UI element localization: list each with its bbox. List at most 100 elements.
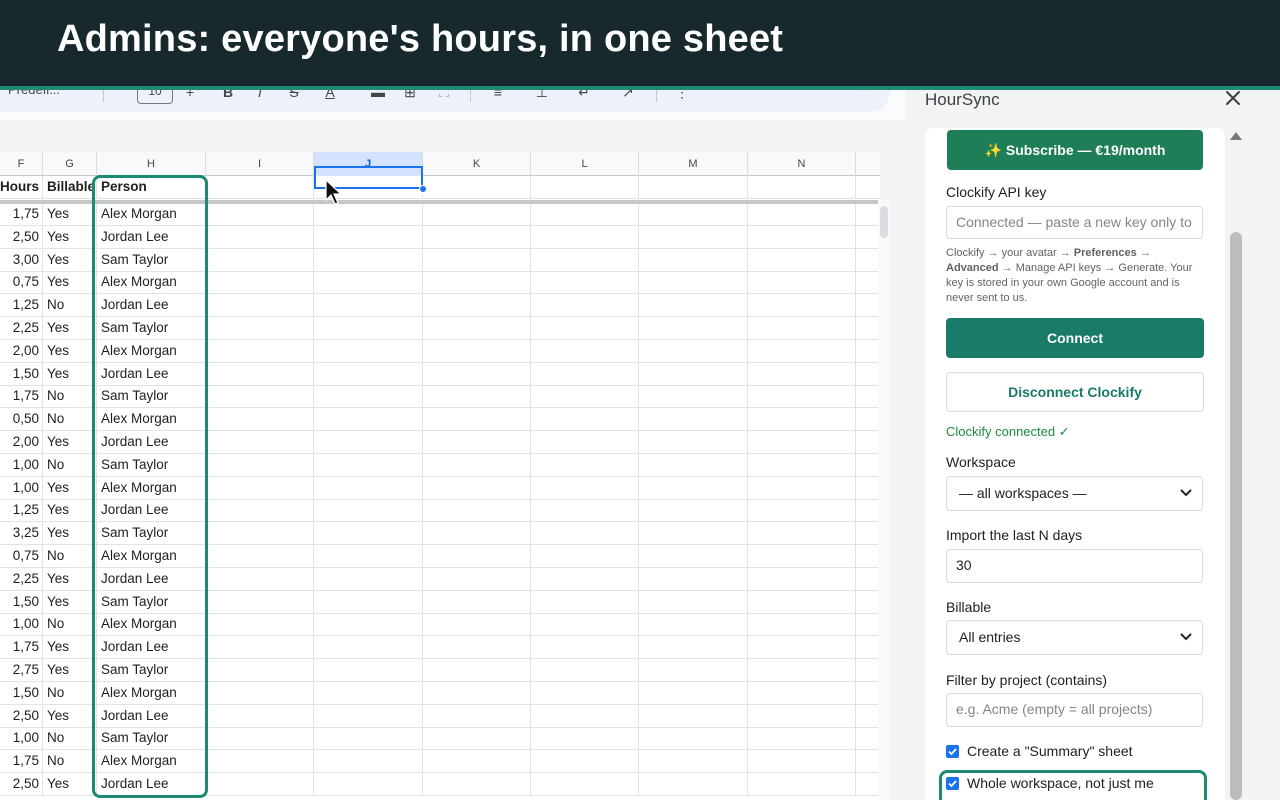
empty-cell-l[interactable] — [531, 385, 639, 408]
empty-cell-j[interactable] — [314, 545, 423, 567]
cell-hours[interactable]: 1,50 — [0, 362, 43, 385]
empty-cell-m[interactable] — [639, 636, 748, 659]
empty-cell-j[interactable] — [314, 317, 423, 339]
empty-cell-l[interactable] — [531, 271, 639, 294]
empty-cell-k[interactable] — [423, 567, 531, 590]
empty-cell-m[interactable] — [639, 590, 748, 613]
empty-cell-j[interactable] — [314, 203, 423, 225]
empty-cell-m[interactable] — [639, 681, 748, 704]
cell-hours[interactable]: 2,50 — [0, 225, 43, 248]
empty-cell-k[interactable] — [423, 203, 531, 225]
empty-cell-n[interactable] — [748, 339, 856, 362]
cell-billable[interactable]: Yes — [43, 317, 97, 339]
cell-billable[interactable]: Yes — [43, 339, 97, 362]
empty-cell-k[interactable] — [423, 613, 531, 636]
cell-billable[interactable]: Yes — [43, 271, 97, 294]
empty-cell-n[interactable] — [748, 362, 856, 385]
empty-cell-j[interactable] — [314, 727, 423, 750]
cell-hours[interactable]: 1,75 — [0, 203, 43, 225]
project-filter-input[interactable]: e.g. Acme (empty = all projects) — [946, 693, 1203, 727]
empty-cell-j[interactable] — [314, 248, 423, 271]
empty-cell-j[interactable] — [314, 294, 423, 317]
empty-cell-l[interactable] — [531, 750, 639, 773]
fill-handle[interactable] — [419, 185, 427, 193]
empty-cell-j[interactable] — [314, 704, 423, 727]
header-cell-hours[interactable]: Hours — [0, 176, 43, 198]
empty-cell-m[interactable] — [639, 339, 748, 362]
cell-billable[interactable]: No — [43, 681, 97, 704]
empty-cell-l[interactable] — [531, 567, 639, 590]
empty-cell-i[interactable] — [206, 704, 314, 727]
cell-billable[interactable]: No — [43, 727, 97, 750]
empty-cell-j[interactable] — [314, 522, 423, 545]
empty-cell-k[interactable] — [423, 681, 531, 704]
empty-cell-k[interactable] — [423, 385, 531, 408]
empty-cell-k[interactable] — [423, 225, 531, 248]
column-header-k[interactable]: K — [423, 152, 531, 176]
empty-cell-n[interactable] — [748, 385, 856, 408]
empty-cell-l[interactable] — [531, 431, 639, 453]
empty-cell-n[interactable] — [748, 590, 856, 613]
cell-hours[interactable]: 1,25 — [0, 294, 43, 317]
empty-cell-l[interactable] — [531, 545, 639, 567]
empty-cell-n[interactable] — [748, 431, 856, 453]
empty-cell-l[interactable] — [531, 727, 639, 750]
cell-billable[interactable]: Yes — [43, 522, 97, 545]
cell-billable[interactable]: Yes — [43, 590, 97, 613]
empty-cell-i[interactable] — [206, 590, 314, 613]
empty-cell-j[interactable] — [314, 408, 423, 431]
empty-cell-m[interactable] — [639, 225, 748, 248]
cell-billable[interactable]: No — [43, 545, 97, 567]
cell-hours[interactable]: 0,75 — [0, 271, 43, 294]
empty-cell-n[interactable] — [748, 248, 856, 271]
empty-cell-j[interactable] — [314, 225, 423, 248]
cell-billable[interactable]: No — [43, 750, 97, 773]
cell-hours[interactable]: 1,75 — [0, 385, 43, 408]
empty-cell-n[interactable] — [748, 294, 856, 317]
column-header-i[interactable]: I — [206, 152, 314, 176]
cell-billable[interactable]: No — [43, 408, 97, 431]
empty-cell-l[interactable] — [531, 317, 639, 339]
header-cell-billable[interactable]: Billable — [43, 176, 97, 198]
empty-cell-i[interactable] — [206, 545, 314, 567]
empty-cell-i[interactable] — [206, 339, 314, 362]
cell-billable[interactable]: Yes — [43, 636, 97, 659]
empty-cell-n[interactable] — [748, 522, 856, 545]
empty-cell-n[interactable] — [748, 704, 856, 727]
cell-billable[interactable]: No — [43, 453, 97, 476]
empty-cell-m[interactable] — [639, 567, 748, 590]
empty-cell-i[interactable] — [206, 613, 314, 636]
empty-cell-n[interactable] — [748, 659, 856, 681]
empty-cell-n[interactable] — [748, 476, 856, 499]
empty-cell-n[interactable] — [748, 773, 856, 795]
cell-billable[interactable]: Yes — [43, 225, 97, 248]
empty-cell-n[interactable] — [748, 408, 856, 431]
grid-scrollbar-thumb[interactable] — [880, 206, 888, 238]
empty-cell-k[interactable] — [423, 499, 531, 522]
cell-billable[interactable]: Yes — [43, 248, 97, 271]
billable-select[interactable]: All entries — [946, 620, 1203, 655]
empty-cell-k[interactable] — [423, 704, 531, 727]
cell-hours[interactable]: 1,00 — [0, 453, 43, 476]
empty-cell-l[interactable] — [531, 203, 639, 225]
summary-sheet-option[interactable]: Create a "Summary" sheet — [946, 742, 1133, 760]
empty-cell-k[interactable] — [423, 636, 531, 659]
cell-hours[interactable]: 1,75 — [0, 750, 43, 773]
cell-billable[interactable]: Yes — [43, 362, 97, 385]
empty-cell-i[interactable] — [206, 225, 314, 248]
cell-hours[interactable]: 1,25 — [0, 499, 43, 522]
empty-cell-k[interactable] — [423, 590, 531, 613]
empty-cell-n[interactable] — [748, 636, 856, 659]
empty-cell-k[interactable] — [423, 522, 531, 545]
empty-cell-m[interactable] — [639, 385, 748, 408]
cell-hours[interactable]: 1,00 — [0, 613, 43, 636]
empty-cell-j[interactable] — [314, 750, 423, 773]
empty-cell-m[interactable] — [639, 431, 748, 453]
empty-cell-l[interactable] — [531, 225, 639, 248]
empty-cell-k[interactable] — [423, 176, 531, 198]
cell-billable[interactable]: Yes — [43, 567, 97, 590]
empty-cell-m[interactable] — [639, 271, 748, 294]
empty-cell-n[interactable] — [748, 727, 856, 750]
workspace-select[interactable]: — all workspaces — — [946, 476, 1203, 511]
empty-cell-i[interactable] — [206, 408, 314, 431]
